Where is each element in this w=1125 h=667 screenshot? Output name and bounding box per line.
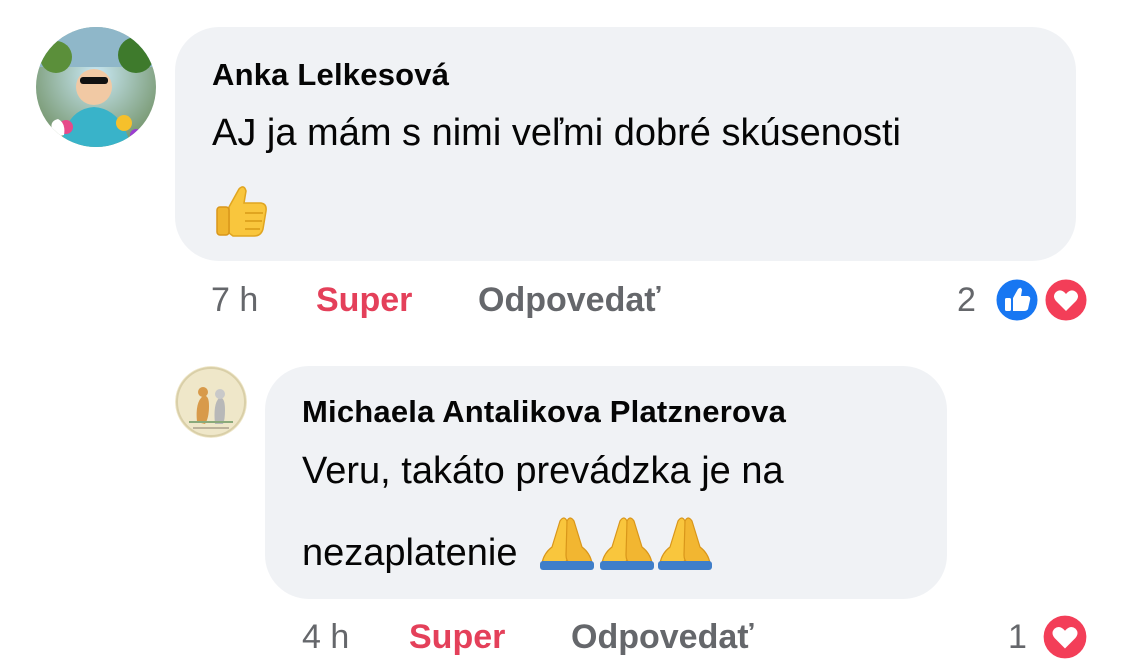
comment-bubble: Michaela Antalikova Platznerova Veru, ta… [265,366,947,599]
comment-text: AJ ja mám s nimi veľmi dobré skúsenosti [212,112,901,154]
comment-text-line1: Veru, takáto prevádzka je na [302,450,784,492]
love-icon[interactable] [1040,612,1090,667]
like-icon[interactable] [993,276,1041,329]
super-reaction-button[interactable]: Super [316,281,412,320]
avatar-anka[interactable] [36,27,156,147]
folded-hands-emoji [538,513,714,597]
comment-time[interactable]: 7 h [211,281,258,320]
reply-button[interactable]: Odpovedať [478,281,661,320]
comment-text-line2: nezaplatenie [302,513,714,597]
comment-author[interactable]: Anka Lelkesová [212,57,449,93]
super-reaction-button[interactable]: Super [409,618,505,657]
reply-button[interactable]: Odpovedať [571,618,754,657]
comment-text-line2-text: nezaplatenie [302,532,518,575]
comment-author[interactable]: Michaela Antalikova Platznerova [302,394,786,430]
reaction-count[interactable]: 2 [957,281,976,320]
comment-time[interactable]: 4 h [302,618,349,657]
avatar-michaela[interactable] [175,366,247,438]
reaction-count[interactable]: 1 [1008,618,1027,657]
love-icon[interactable] [1042,276,1090,329]
thumbs-up-emoji [211,181,271,246]
comment-bubble: Anka Lelkesová AJ ja mám s nimi veľmi do… [175,27,1076,261]
